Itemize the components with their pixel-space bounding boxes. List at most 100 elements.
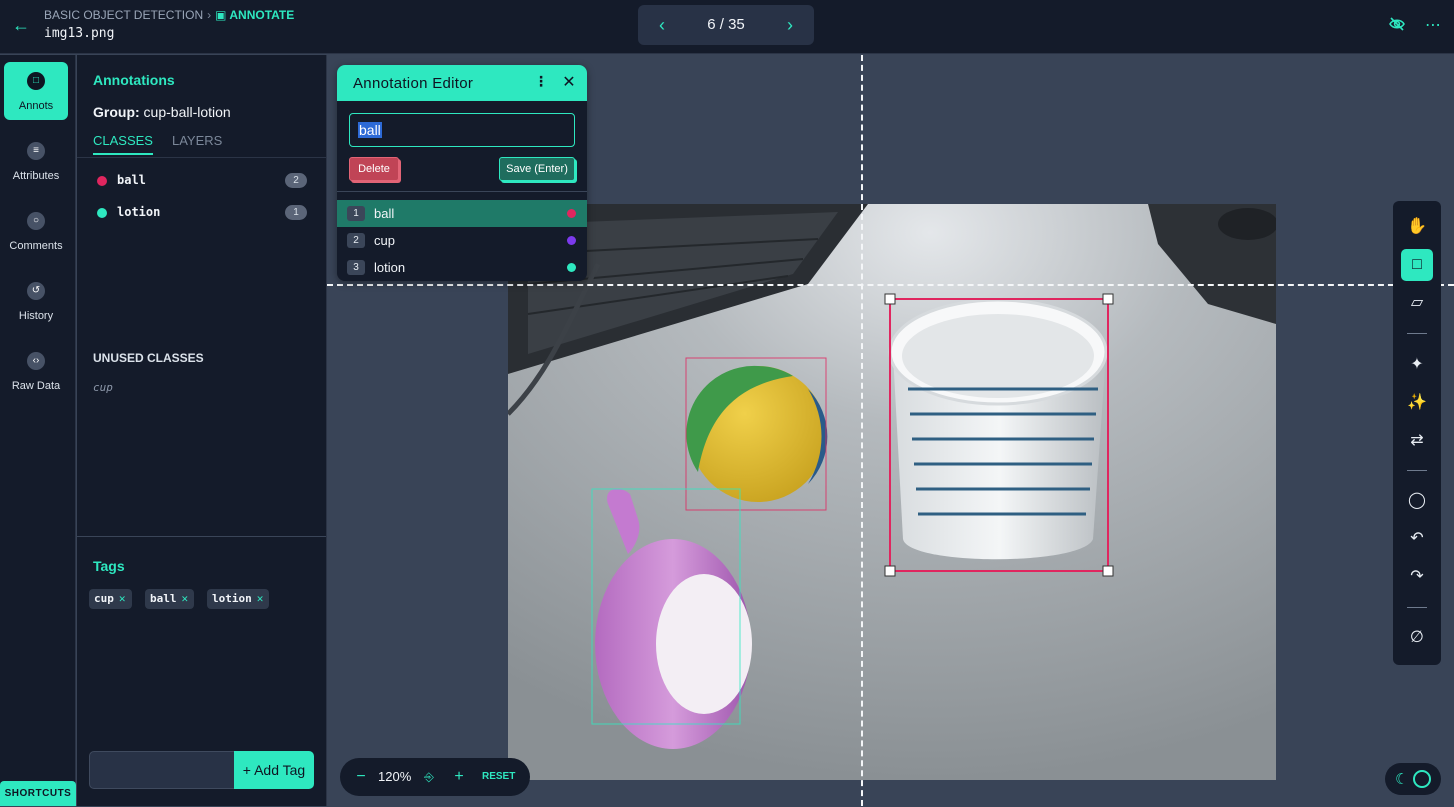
option-number: 3 xyxy=(347,260,365,275)
editor-title: Annotation Editor xyxy=(353,75,474,92)
prev-image-icon[interactable]: ‹ xyxy=(652,15,672,35)
image-scene xyxy=(508,204,1276,780)
image-pager: ‹ 6 / 35 › xyxy=(638,5,814,45)
auto-annotate-icon[interactable]: ✦ xyxy=(1401,349,1433,381)
class-option-ball[interactable]: 1 ball xyxy=(337,200,587,227)
polygon-icon[interactable]: ▱ xyxy=(1401,287,1433,319)
zoom-out-icon[interactable]: − xyxy=(352,767,370,787)
panel-tabs: CLASSES LAYERS xyxy=(77,130,326,158)
nav-comments-label: Comments xyxy=(9,240,63,252)
option-name: cup xyxy=(374,233,395,248)
hand-pan-icon[interactable]: ✋ xyxy=(1401,211,1433,243)
option-number: 1 xyxy=(347,206,365,221)
save-button[interactable]: Save (Enter) xyxy=(499,157,575,181)
toolbar-divider xyxy=(1407,333,1427,334)
breadcrumb: BASIC OBJECT DETECTION › ▣ ANNOTATE xyxy=(44,8,294,22)
option-color-dot xyxy=(567,236,576,245)
remove-tag-icon[interactable]: ✕ xyxy=(119,592,126,605)
eye-off-icon[interactable] xyxy=(1386,15,1408,37)
class-count-badge: 2 xyxy=(285,173,307,188)
nav-annots-label: Annots xyxy=(18,100,54,112)
tag-chip: cup ✕ xyxy=(89,589,132,609)
nav-annots[interactable]: □ Annots xyxy=(4,62,68,120)
unlock-icon[interactable]: ⎆ xyxy=(420,767,438,787)
theme-toggle[interactable]: ☾ xyxy=(1385,763,1441,795)
nav-attributes[interactable]: ≡ Attributes xyxy=(4,132,68,190)
top-bar: ← BASIC OBJECT DETECTION › ▣ ANNOTATE img1… xyxy=(0,0,1454,54)
hide-annotations-icon[interactable]: ∅ xyxy=(1401,622,1433,654)
divider xyxy=(337,191,587,192)
unused-class-item[interactable]: cup xyxy=(93,381,113,394)
delete-button[interactable]: Delete xyxy=(349,157,399,181)
remove-tag-icon[interactable]: ✕ xyxy=(182,592,189,605)
class-color-dot xyxy=(97,176,107,186)
class-option-cup[interactable]: 2 cup xyxy=(337,227,587,254)
tab-layers[interactable]: LAYERS xyxy=(172,133,222,148)
option-number: 2 xyxy=(347,233,365,248)
group-value: cup-ball-lotion xyxy=(143,104,231,120)
repeat-icon[interactable]: ⇄ xyxy=(1401,425,1433,457)
annotation-image[interactable] xyxy=(508,204,1276,780)
light-mode-icon xyxy=(1413,770,1431,788)
reset-zoom-button[interactable]: RESET xyxy=(482,771,515,782)
tag-label: ball xyxy=(150,592,177,605)
unused-classes-title: UNUSED CLASSES xyxy=(93,351,204,365)
redo-icon[interactable]: ↷ xyxy=(1401,561,1433,593)
group-label: Group: cup-ball-lotion xyxy=(93,104,231,120)
zoom-bar: − 120% ⎆ + RESET xyxy=(340,758,530,796)
magic-wand-icon[interactable]: ✨ xyxy=(1401,387,1433,419)
list-icon: ≡ xyxy=(27,142,45,160)
class-item-ball[interactable]: ball 2 xyxy=(97,172,307,190)
chevron-right-icon: › xyxy=(207,8,212,22)
comment-icon[interactable]: ◯ xyxy=(1401,485,1433,517)
next-image-icon[interactable]: › xyxy=(780,15,800,35)
option-color-dot xyxy=(567,263,576,272)
zoom-in-icon[interactable]: + xyxy=(450,767,468,787)
toolbar-divider xyxy=(1407,607,1427,608)
file-name: img13.png xyxy=(44,26,115,41)
moon-icon: ☾ xyxy=(1395,771,1409,788)
back-arrow-icon[interactable]: ← xyxy=(12,16,30,34)
tag-input[interactable] xyxy=(89,751,235,789)
nav-raw-data[interactable]: ‹› Raw Data xyxy=(4,342,68,400)
class-name-input-value: ball xyxy=(358,122,382,138)
add-tag-button[interactable]: + Add Tag xyxy=(234,751,314,789)
pager-text: 6 / 35 xyxy=(707,16,745,33)
option-name: lotion xyxy=(374,260,406,275)
undo-icon[interactable]: ↶ xyxy=(1401,523,1433,555)
class-name: ball xyxy=(117,173,146,187)
shortcuts-button[interactable]: SHORTCUTS xyxy=(0,781,76,806)
annotations-panel: Annotations Group: cup-ball-lotion CLASS… xyxy=(77,55,327,806)
class-option-lotion[interactable]: 3 lotion xyxy=(337,254,587,281)
tag-chip: ball ✕ xyxy=(145,589,195,609)
nav-history[interactable]: ↺ History xyxy=(4,272,68,330)
vertical-dots-icon[interactable]: ⋮ xyxy=(533,73,549,91)
annotation-icon: □ xyxy=(27,72,45,90)
breadcrumb-current: ▣ ANNOTATE xyxy=(215,8,294,22)
panel-title: Annotations xyxy=(93,72,175,88)
tag-chip: lotion ✕ xyxy=(207,589,270,609)
nav-comments[interactable]: ○ Comments xyxy=(4,202,68,260)
remove-tag-icon[interactable]: ✕ xyxy=(257,592,264,605)
more-options-icon[interactable]: ⋯ xyxy=(1422,15,1444,37)
annotate-icon: ▣ xyxy=(215,8,230,22)
close-icon[interactable]: ✕ xyxy=(561,72,577,91)
option-color-dot xyxy=(567,209,576,218)
tag-label: cup xyxy=(94,592,114,605)
class-count-badge: 1 xyxy=(285,205,307,220)
zoom-value: 120% xyxy=(378,769,412,784)
class-color-dot xyxy=(97,208,107,218)
tags-title: Tags xyxy=(93,558,125,574)
bounding-box-icon[interactable]: □ xyxy=(1401,249,1433,281)
class-item-lotion[interactable]: lotion 1 xyxy=(97,204,307,222)
tools-toolbar: ✋ □ ▱ ✦ ✨ ⇄ ◯ ↶ ↷ ∅ xyxy=(1393,201,1441,665)
class-name: lotion xyxy=(117,205,161,219)
toolbar-divider xyxy=(1407,470,1427,471)
nav-attributes-label: Attributes xyxy=(12,170,60,182)
breadcrumb-project[interactable]: BASIC OBJECT DETECTION xyxy=(44,8,203,22)
tab-classes[interactable]: CLASSES xyxy=(93,133,153,155)
class-name-input[interactable]: ball xyxy=(349,113,575,147)
option-name: ball xyxy=(374,206,395,221)
nav-history-label: History xyxy=(18,310,54,322)
nav-raw-data-label: Raw Data xyxy=(11,380,61,392)
